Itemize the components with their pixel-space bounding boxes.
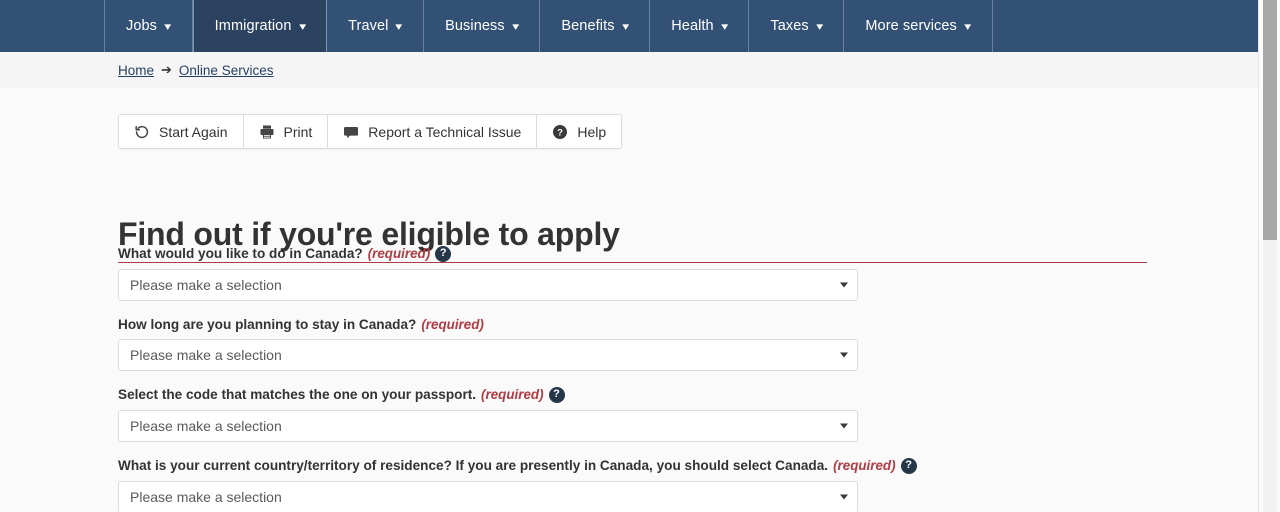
- form-field-passport-code: Select the code that matches the one on …: [118, 386, 1218, 443]
- field-label: What is your current country/territory o…: [118, 457, 1218, 475]
- required-indicator: (required): [367, 246, 431, 262]
- passport-code-select[interactable]: Please make a selection: [118, 410, 858, 443]
- nav-item-immigration[interactable]: Immigration ▾: [192, 0, 328, 52]
- chevron-down-icon: ▾: [621, 20, 629, 33]
- nav-left-spacer: [0, 0, 105, 52]
- report-technical-issue-label: Report a Technical Issue: [368, 123, 522, 140]
- report-technical-issue-button[interactable]: Report a Technical Issue: [328, 115, 538, 148]
- help-tooltip-icon[interactable]: ?: [435, 245, 452, 262]
- chevron-down-icon: ▾: [816, 20, 824, 33]
- svg-text:?: ?: [557, 127, 563, 138]
- eligibility-form: What would you like to do in Canada? (re…: [118, 245, 1218, 512]
- caret-down-icon: [840, 352, 848, 358]
- chevron-down-icon: ▾: [964, 20, 972, 33]
- nav-item-taxes[interactable]: Taxes ▾: [749, 0, 845, 52]
- nav-item-label: Benefits: [561, 18, 615, 34]
- help-tooltip-icon[interactable]: ?: [548, 387, 565, 404]
- help-label: Help: [577, 123, 607, 140]
- breadcrumb: Home ➔ Online Services: [118, 62, 273, 78]
- nav-right-spacer: [993, 0, 1258, 52]
- chevron-down-icon: ▾: [721, 20, 729, 33]
- select-value: Please make a selection: [130, 488, 282, 505]
- required-indicator: (required): [833, 458, 896, 474]
- field-label-text: How long are you planning to stay in Can…: [118, 316, 417, 332]
- nav-item-label: Business: [445, 18, 505, 34]
- field-label-text: Select the code that matches the one on …: [118, 387, 477, 403]
- select-value: Please make a selection: [130, 418, 282, 435]
- chevron-down-icon: ▾: [395, 20, 403, 33]
- help-tooltip-icon[interactable]: ?: [900, 457, 917, 474]
- help-glyph: ?: [439, 246, 447, 259]
- printer-icon: [259, 124, 275, 140]
- country-of-residence-select[interactable]: Please make a selection: [118, 480, 858, 512]
- field-label-text: What is your current country/territory o…: [118, 458, 829, 474]
- question-circle-icon: ?: [552, 124, 568, 140]
- activity-in-canada-select[interactable]: Please make a selection: [118, 268, 858, 301]
- caret-down-icon: [840, 282, 848, 288]
- help-glyph: ?: [553, 388, 560, 401]
- form-field-activity-in-canada: What would you like to do in Canada? (re…: [118, 245, 1218, 301]
- arrow-right-icon: ➔: [161, 62, 172, 77]
- field-label: Select the code that matches the one on …: [118, 386, 1218, 404]
- caret-down-icon: [840, 423, 848, 429]
- help-button[interactable]: ? Help: [537, 115, 622, 148]
- nav-item-label: Taxes: [770, 18, 809, 34]
- chevron-down-icon: ▾: [298, 20, 306, 33]
- form-field-country-of-residence: What is your current country/territory o…: [118, 457, 1218, 512]
- print-label: Print: [283, 123, 313, 140]
- field-label: What would you like to do in Canada? (re…: [118, 245, 1218, 263]
- nav-item-label: More services: [865, 18, 957, 34]
- select-value: Please make a selection: [130, 276, 282, 293]
- breadcrumb-strip: Home ➔ Online Services: [0, 52, 1258, 88]
- nav-item-jobs[interactable]: Jobs ▾: [105, 0, 193, 52]
- breadcrumb-link-home[interactable]: Home: [118, 63, 154, 78]
- caret-down-icon: [840, 494, 848, 500]
- length-of-stay-select[interactable]: Please make a selection: [118, 339, 858, 372]
- chevron-down-icon: ▾: [164, 20, 172, 33]
- nav-item-label: Jobs: [126, 18, 158, 34]
- nav-item-business[interactable]: Business ▾: [424, 0, 541, 52]
- required-indicator: (required): [421, 316, 484, 332]
- start-again-button[interactable]: Start Again: [119, 115, 244, 148]
- nav-item-more-services[interactable]: More services ▾: [844, 0, 993, 52]
- field-label: How long are you planning to stay in Can…: [118, 316, 1218, 334]
- comment-icon: [343, 124, 359, 140]
- vertical-scrollbar-thumb[interactable]: [1263, 0, 1277, 240]
- main-navigation: Jobs ▾ Immigration ▾ Travel ▾ Business ▾…: [0, 0, 1258, 52]
- help-glyph: ?: [905, 458, 912, 471]
- breadcrumb-link-online-services[interactable]: Online Services: [179, 63, 274, 78]
- action-toolbar: Start Again Print Report a Technical Iss…: [118, 114, 623, 149]
- print-button[interactable]: Print: [243, 115, 329, 148]
- chevron-down-icon: ▾: [512, 20, 520, 33]
- form-field-length-of-stay: How long are you planning to stay in Can…: [118, 316, 1218, 372]
- nav-item-health[interactable]: Health ▾: [650, 0, 750, 52]
- nav-item-label: Immigration: [214, 18, 292, 34]
- nav-item-travel[interactable]: Travel ▾: [327, 0, 425, 52]
- browser-viewport: Jobs ▾ Immigration ▾ Travel ▾ Business ▾…: [0, 0, 1280, 512]
- select-value: Please make a selection: [130, 347, 282, 364]
- field-label-text: What would you like to do in Canada?: [118, 246, 363, 261]
- nav-item-label: Health: [671, 18, 714, 34]
- nav-item-label: Travel: [348, 18, 389, 34]
- required-indicator: (required): [481, 387, 544, 403]
- page-content: Start Again Print Report a Technical Iss…: [0, 88, 1258, 512]
- undo-icon: [134, 124, 150, 140]
- start-again-label: Start Again: [159, 123, 228, 140]
- nav-item-benefits[interactable]: Benefits ▾: [540, 0, 651, 52]
